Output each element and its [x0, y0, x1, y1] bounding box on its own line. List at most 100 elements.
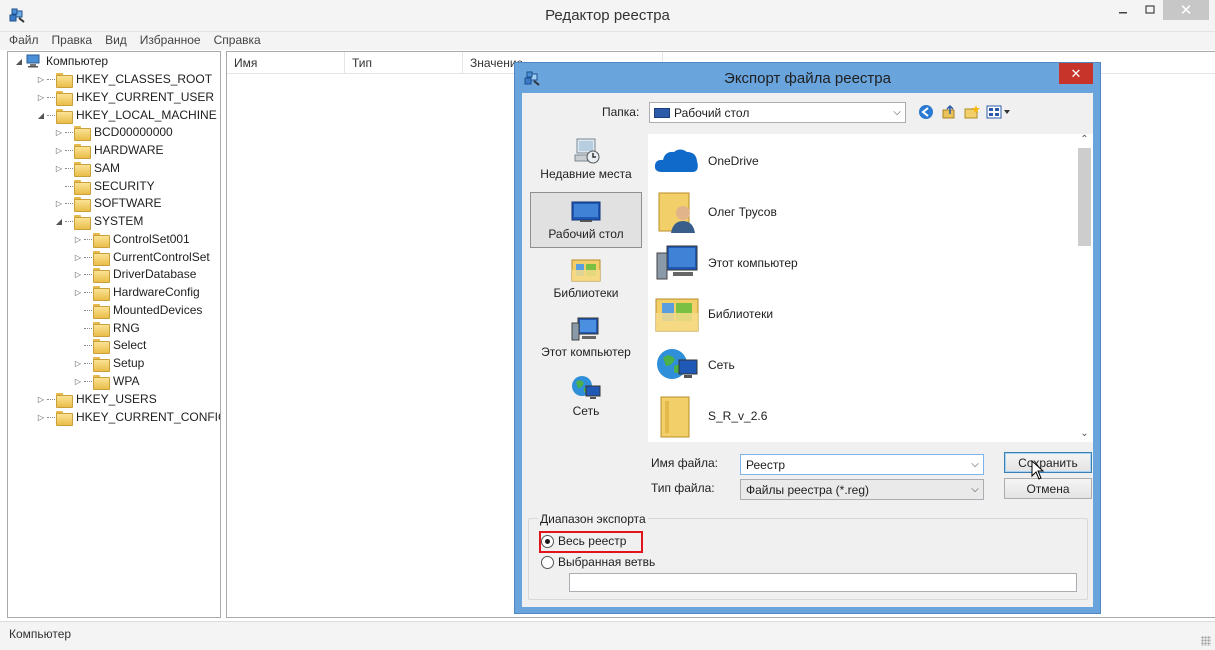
column-header-name[interactable]: Имя: [227, 52, 345, 74]
tree-item-label: HardwareConfig: [113, 285, 200, 299]
tree-item-rng[interactable]: RNG: [73, 319, 140, 337]
tree-item-hardwareconfig[interactable]: ▷ HardwareConfig: [73, 283, 200, 301]
export-range-label: Диапазон экспорта: [538, 512, 648, 526]
maximize-button[interactable]: [1136, 0, 1163, 20]
tree-item-security[interactable]: SECURITY: [54, 177, 155, 195]
branch-path-input[interactable]: [569, 573, 1077, 592]
place-desktop[interactable]: Рабочий стол: [530, 192, 642, 248]
expand-arrow-icon[interactable]: ▷: [54, 146, 64, 155]
tree-item-sam[interactable]: ▷ SAM: [54, 159, 120, 177]
tree-item-system[interactable]: ◢ SYSTEM: [54, 212, 143, 230]
chevron-down-icon[interactable]: ⌵: [967, 459, 983, 470]
file-item-this-pc[interactable]: Этот компьютер: [654, 238, 1074, 288]
cancel-button[interactable]: Отмена: [1004, 478, 1092, 499]
place-recent[interactable]: Недавние места: [530, 133, 642, 189]
folder-icon: [93, 250, 110, 266]
expand-arrow-icon[interactable]: ▷: [54, 164, 64, 173]
tree-item-select[interactable]: Select: [73, 336, 146, 354]
expand-arrow-icon[interactable]: ▷: [73, 377, 83, 386]
expand-arrow-icon[interactable]: ▷: [54, 128, 64, 137]
dialog-close-button[interactable]: ✕: [1059, 63, 1093, 84]
menu-favorites[interactable]: Избранное: [140, 32, 201, 50]
filename-input[interactable]: Реестр ⌵: [740, 454, 984, 475]
place-label: Сеть: [572, 404, 600, 418]
file-item-user[interactable]: Олег Трусов: [654, 187, 1074, 237]
view-menu-button[interactable]: [986, 103, 1012, 120]
scrollbar-thumb[interactable]: [1078, 148, 1091, 246]
tree-item-label: HKEY_USERS: [76, 392, 157, 406]
place-libraries[interactable]: Библиотеки: [530, 252, 642, 308]
minimize-button[interactable]: [1109, 0, 1136, 20]
tree-item-mounteddevices[interactable]: MountedDevices: [73, 301, 202, 319]
tree-item-currentcontrolset[interactable]: ▷ CurrentControlSet: [73, 248, 210, 266]
expand-arrow-icon[interactable]: ▷: [36, 75, 46, 84]
file-item-network[interactable]: Сеть: [654, 340, 1074, 390]
folder-icon: [56, 72, 73, 88]
tree-item-label: HARDWARE: [94, 143, 164, 157]
expand-arrow-icon[interactable]: ▷: [54, 199, 64, 208]
tree-item-hkey-current-config[interactable]: ▷ HKEY_CURRENT_CONFIG: [36, 408, 220, 426]
expand-arrow-icon[interactable]: ▷: [36, 413, 46, 422]
close-button[interactable]: ✕: [1163, 0, 1209, 20]
collapse-arrow-icon[interactable]: ◢: [36, 111, 46, 120]
expand-arrow-icon[interactable]: ▷: [73, 235, 83, 244]
computer-icon: [26, 54, 40, 68]
tree-item-hkey-local-machine[interactable]: ◢ HKEY_LOCAL_MACHINE: [36, 106, 217, 124]
radio-unchecked-icon[interactable]: [541, 555, 554, 569]
folder-icon: [93, 374, 110, 390]
tree-item-driverdatabase[interactable]: ▷ DriverDatabase: [73, 265, 196, 283]
place-network[interactable]: Сеть: [530, 370, 642, 426]
libraries-icon: [570, 256, 602, 284]
file-list-scrollbar[interactable]: ⌃ ⌄: [1076, 134, 1093, 442]
folder-dropdown[interactable]: Рабочий стол ⌵: [649, 102, 906, 123]
menu-help[interactable]: Справка: [214, 32, 261, 50]
radio-selected-branch[interactable]: Выбранная ветвь: [541, 555, 655, 569]
tree-item-wpa[interactable]: ▷ WPA: [73, 372, 139, 390]
collapse-arrow-icon[interactable]: ◢: [54, 217, 64, 226]
tree-item-controlset001[interactable]: ▷ ControlSet001: [73, 230, 190, 248]
folder-icon: [56, 410, 73, 426]
folder-icon: [74, 125, 91, 141]
place-this-pc[interactable]: Этот компьютер: [530, 311, 642, 367]
save-button[interactable]: Сохранить: [1004, 452, 1092, 473]
tree-item-hkey-classes-root[interactable]: ▷ HKEY_CLASSES_ROOT: [36, 70, 212, 88]
scroll-down-icon[interactable]: ⌄: [1076, 428, 1093, 442]
expand-arrow-icon[interactable]: ▷: [36, 93, 46, 102]
up-folder-button[interactable]: [940, 103, 957, 120]
tree-item-hardware[interactable]: ▷ HARDWARE: [54, 141, 164, 159]
tree-item-setup[interactable]: ▷ Setup: [73, 354, 144, 372]
file-name: Этот компьютер: [708, 256, 798, 270]
desktop-icon: [570, 197, 602, 225]
resize-grip-icon[interactable]: [1201, 636, 1211, 646]
expand-arrow-icon[interactable]: ▷: [73, 288, 83, 297]
scroll-up-icon[interactable]: ⌃: [1076, 134, 1093, 148]
file-name: Сеть: [708, 358, 735, 372]
menu-view[interactable]: Вид: [105, 32, 127, 50]
tree-item-computer[interactable]: ◢ Компьютер: [14, 52, 108, 70]
tree-item-bcd[interactable]: ▷ BCD00000000: [54, 123, 173, 141]
expand-arrow-icon[interactable]: ▷: [73, 359, 83, 368]
file-item-s-r-v[interactable]: S_R_v_2.6: [654, 391, 1074, 441]
menu-file[interactable]: Файл: [9, 32, 39, 50]
tree-item-hkey-users[interactable]: ▷ HKEY_USERS: [36, 390, 157, 408]
back-button[interactable]: [917, 103, 934, 120]
tree-item-software[interactable]: ▷ SOFTWARE: [54, 194, 162, 212]
expand-arrow-icon[interactable]: ▷: [73, 270, 83, 279]
file-item-onedrive[interactable]: OneDrive: [654, 136, 1074, 186]
maximize-icon: [1144, 5, 1155, 14]
filetype-value: Файлы реестра (*.reg): [746, 482, 869, 497]
menu-edit[interactable]: Правка: [52, 32, 93, 50]
expand-arrow-icon[interactable]: ▷: [36, 395, 46, 404]
collapse-arrow-icon[interactable]: ◢: [14, 57, 24, 66]
expand-arrow-icon[interactable]: ▷: [73, 253, 83, 262]
registry-tree[interactable]: ◢ Компьютер ▷ HKEY_CLASSES_ROOT ▷ HKEY_C…: [7, 51, 221, 618]
tree-item-label: HKEY_CLASSES_ROOT: [76, 72, 213, 86]
tree-item-hkey-current-user[interactable]: ▷ HKEY_CURRENT_USER: [36, 88, 214, 106]
new-folder-button[interactable]: [963, 103, 980, 120]
file-list[interactable]: OneDrive Олег Трусов Этот компьютер Библ…: [648, 134, 1093, 442]
network-icon: [570, 374, 602, 402]
network-icon: [654, 342, 700, 388]
filetype-dropdown[interactable]: Файлы реестра (*.reg) ⌵: [740, 479, 984, 500]
column-header-type[interactable]: Тип: [345, 52, 463, 74]
file-item-libraries[interactable]: Библиотеки: [654, 289, 1074, 339]
